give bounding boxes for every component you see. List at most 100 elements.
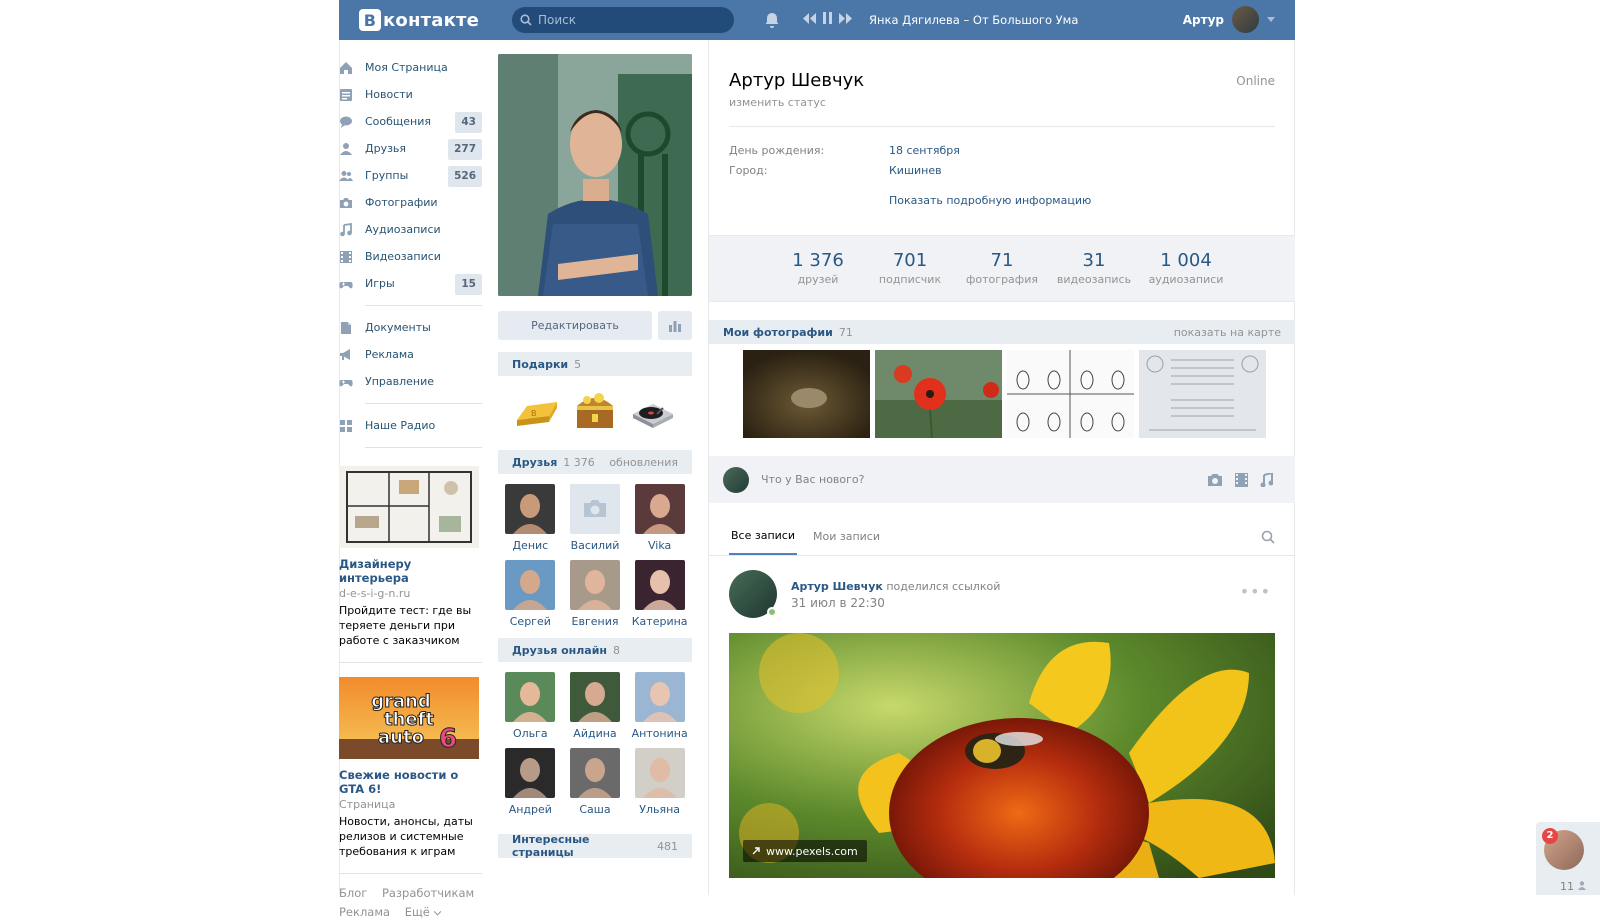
profile-counter[interactable]: 701 подписчик [868, 236, 952, 301]
friend-item[interactable]: Ульяна [627, 748, 692, 816]
stats-button[interactable] [658, 311, 692, 340]
count-badge: 526 [448, 166, 482, 187]
show-on-map-link[interactable]: показать на карте [1174, 326, 1281, 339]
nav-divider [339, 873, 482, 874]
footer-dev-link[interactable]: Разработчикам [382, 886, 474, 900]
nav-divider [365, 447, 482, 448]
music-icon[interactable] [1260, 472, 1273, 487]
profile-counter[interactable]: 71 фотография [960, 236, 1044, 301]
friend-item[interactable]: Саша [563, 748, 628, 816]
footer-more-link[interactable]: Ещё [405, 905, 441, 919]
photo-thumbnail[interactable] [743, 350, 870, 438]
gifts-header[interactable]: Подарки 5 [498, 352, 692, 376]
change-status-link[interactable]: изменить статус [729, 96, 826, 109]
friend-item[interactable]: Денис [498, 484, 563, 552]
sidebar-item[interactable]: Управление [339, 368, 482, 395]
counter-label: аудиозаписи [1148, 273, 1224, 286]
bell-icon[interactable] [763, 11, 781, 29]
search-box[interactable] [512, 7, 734, 33]
friend-item[interactable]: Антонина [627, 672, 692, 740]
sidebar-item[interactable]: Новости [339, 81, 482, 108]
tab-my-posts[interactable]: Мои записи [811, 517, 882, 555]
profile-name: Артур Шевчук [729, 70, 865, 91]
ad-gta-image[interactable]: grand theft auto 6 [339, 677, 479, 759]
user-menu[interactable]: Артур [1183, 6, 1275, 33]
ad-block[interactable]: Дизайнеру интерьера d-e-s-i-g-n.ru Пройд… [339, 466, 482, 648]
friend-item[interactable]: Ольга [498, 672, 563, 740]
post-author[interactable]: Артур Шевчук [791, 580, 883, 593]
friend-avatar [569, 560, 620, 610]
ad-block[interactable]: grand theft auto 6 Свежие новости о GTA … [339, 677, 482, 859]
footer-blog-link[interactable]: Блог [339, 886, 367, 900]
new-post-placeholder[interactable]: Что у Вас нового? [761, 473, 865, 486]
friends-updates-link[interactable]: обновления [609, 456, 678, 469]
stats-icon [669, 320, 681, 332]
friend-item[interactable]: Василий [563, 484, 628, 552]
interesting-pages-header[interactable]: Интересные страницы 481 [498, 833, 692, 859]
tab-all-posts[interactable]: Все записи [729, 517, 797, 555]
edit-profile-button[interactable]: Редактировать [498, 311, 652, 340]
link-url-badge[interactable]: www.pexels.com [743, 840, 867, 862]
sidebar-item[interactable]: Группы 526 [339, 162, 482, 189]
link-url: www.pexels.com [766, 844, 858, 858]
friend-item[interactable]: Сергей [498, 560, 563, 628]
top-bar: B контакте Янка Дягилева – От Большого У… [339, 0, 1295, 40]
unread-badge: 2 [1542, 828, 1558, 844]
photo-thumbnail[interactable] [875, 350, 1002, 438]
treasure-chest-gift-icon[interactable] [571, 386, 619, 434]
sidebar-item[interactable]: Документы [339, 314, 482, 341]
friend-item[interactable]: Айдина [563, 672, 628, 740]
photo-thumbnail[interactable] [1139, 350, 1266, 438]
search-icon[interactable] [1261, 530, 1275, 544]
photos-count: 71 [838, 325, 853, 339]
friend-item[interactable]: Катерина [627, 560, 692, 628]
birthday-value[interactable]: 18 сентября [889, 144, 960, 157]
turntable-gift-icon[interactable] [629, 386, 677, 434]
sidebar-item[interactable]: Фотографии [339, 189, 482, 216]
sidebar-item[interactable]: Реклама [339, 341, 482, 368]
friend-item[interactable]: Евгения [563, 560, 628, 628]
gold-bar-gift-icon[interactable]: B [513, 386, 561, 434]
show-more-info-link[interactable]: Показать подробную информацию [889, 194, 1091, 207]
footer-ads-link[interactable]: Реклама [339, 905, 390, 919]
post-date[interactable]: 31 июл в 22:30 [791, 596, 885, 610]
post-author-line: Артур Шевчук поделился ссылкой [791, 580, 1000, 593]
sidebar-item[interactable]: Моя Страница [339, 54, 482, 81]
sidebar-item[interactable]: Друзья 277 [339, 135, 482, 162]
profile-photo[interactable] [498, 54, 692, 296]
now-playing[interactable]: Янка Дягилева – От Большого Ума [869, 13, 1078, 27]
sidebar-item[interactable]: Аудиозаписи [339, 216, 482, 243]
left-nav: Моя Страница Новости Сообщения 43 Друзья 277 Г… [339, 54, 482, 922]
photos-header[interactable]: Мои фотографии 71 показать на карте [709, 320, 1295, 344]
profile-info: День рождения: 18 сентября Город: Кишинев [729, 141, 960, 181]
friends-header[interactable]: Друзья 1 376 обновления [498, 450, 692, 474]
profile-counter[interactable]: 31 видеозапись [1052, 236, 1136, 301]
friend-item[interactable]: Андрей [498, 748, 563, 816]
online-friends-header[interactable]: Друзья онлайн 8 [498, 638, 692, 662]
profile-counter[interactable]: 1 004 аудиозаписи [1144, 236, 1228, 301]
post-link-image[interactable]: www.pexels.com [729, 633, 1275, 878]
photo-thumbnail[interactable] [1007, 350, 1134, 438]
camera-icon[interactable] [1207, 473, 1223, 486]
sidebar-item[interactable]: Наше Радио [339, 412, 482, 439]
sidebar-item[interactable]: Игры 15 [339, 270, 482, 297]
profile-counter[interactable]: 1 376 друзей [776, 236, 860, 301]
film-icon[interactable] [1235, 472, 1248, 487]
city-value[interactable]: Кишинев [889, 164, 942, 177]
sidebar-item-label: Документы [365, 321, 431, 334]
vk-logo[interactable]: B контакте [359, 9, 479, 31]
camera-icon [339, 196, 353, 210]
pause-icon[interactable] [822, 12, 833, 24]
search-input[interactable] [538, 13, 718, 27]
ad-title[interactable]: Свежие новости о GTA 6! [339, 768, 482, 796]
chat-widget[interactable]: 2 11 [1536, 822, 1600, 895]
sidebar-item[interactable]: Видеозаписи [339, 243, 482, 270]
new-post-box[interactable]: Что у Вас нового? [709, 456, 1295, 503]
next-track-icon[interactable] [839, 12, 852, 24]
sidebar-item[interactable]: Сообщения 43 [339, 108, 482, 135]
ad-title[interactable]: Дизайнеру интерьера [339, 557, 482, 585]
prev-track-icon[interactable] [803, 12, 816, 24]
friend-item[interactable]: Vika [627, 484, 692, 552]
post-menu-icon[interactable]: ••• [1240, 582, 1271, 601]
ad-floorplan-image[interactable] [339, 466, 479, 548]
